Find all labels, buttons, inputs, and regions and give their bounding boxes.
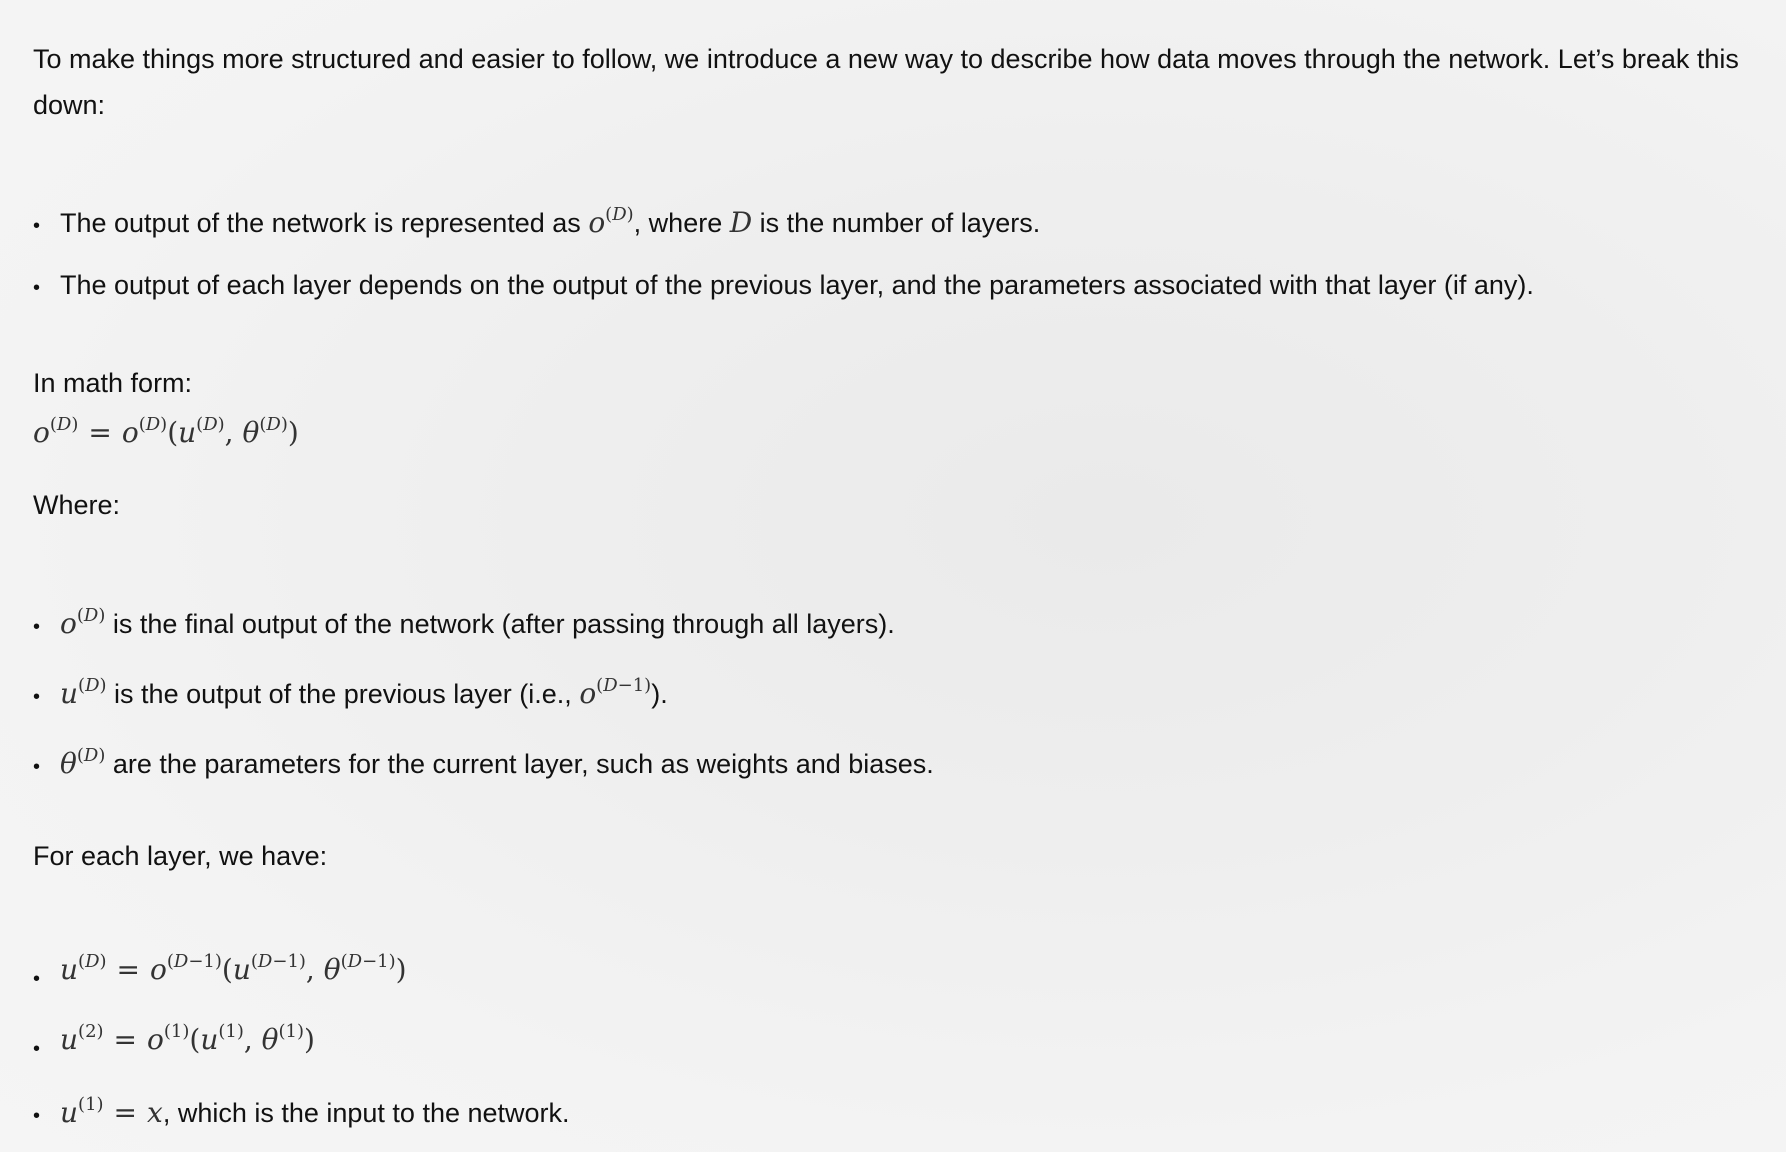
bullet-icon bbox=[33, 265, 57, 308]
equation-layer-1: u(1) = x, which is the input to the networ… bbox=[60, 1094, 570, 1129]
bullet-icon bbox=[33, 203, 57, 246]
bullet-icon bbox=[33, 1026, 57, 1069]
math-D: D bbox=[729, 206, 753, 239]
intro-paragraph: To make things more structured and easie… bbox=[33, 44, 1739, 120]
math-o-D: o(D) bbox=[588, 204, 634, 239]
bullet-icon bbox=[33, 604, 57, 647]
equation-layer-2: u(2) = o(1)(u(1), θ(1)) bbox=[60, 1021, 315, 1056]
bullet-icon bbox=[33, 1093, 57, 1136]
bullet-icon bbox=[33, 956, 57, 999]
equation-layer-D: u(D) = o(D−1)(u(D−1), θ(D−1)) bbox=[60, 951, 407, 986]
bullet-icon bbox=[33, 744, 57, 787]
bullet-icon bbox=[33, 674, 57, 717]
math-form-label: In math form: bbox=[33, 368, 193, 398]
where-label: Where: bbox=[33, 490, 121, 520]
for-each-label: For each layer, we have: bbox=[33, 841, 328, 871]
main-equation: o(D) = o(D)(u(D), θ(D)) bbox=[33, 414, 299, 449]
